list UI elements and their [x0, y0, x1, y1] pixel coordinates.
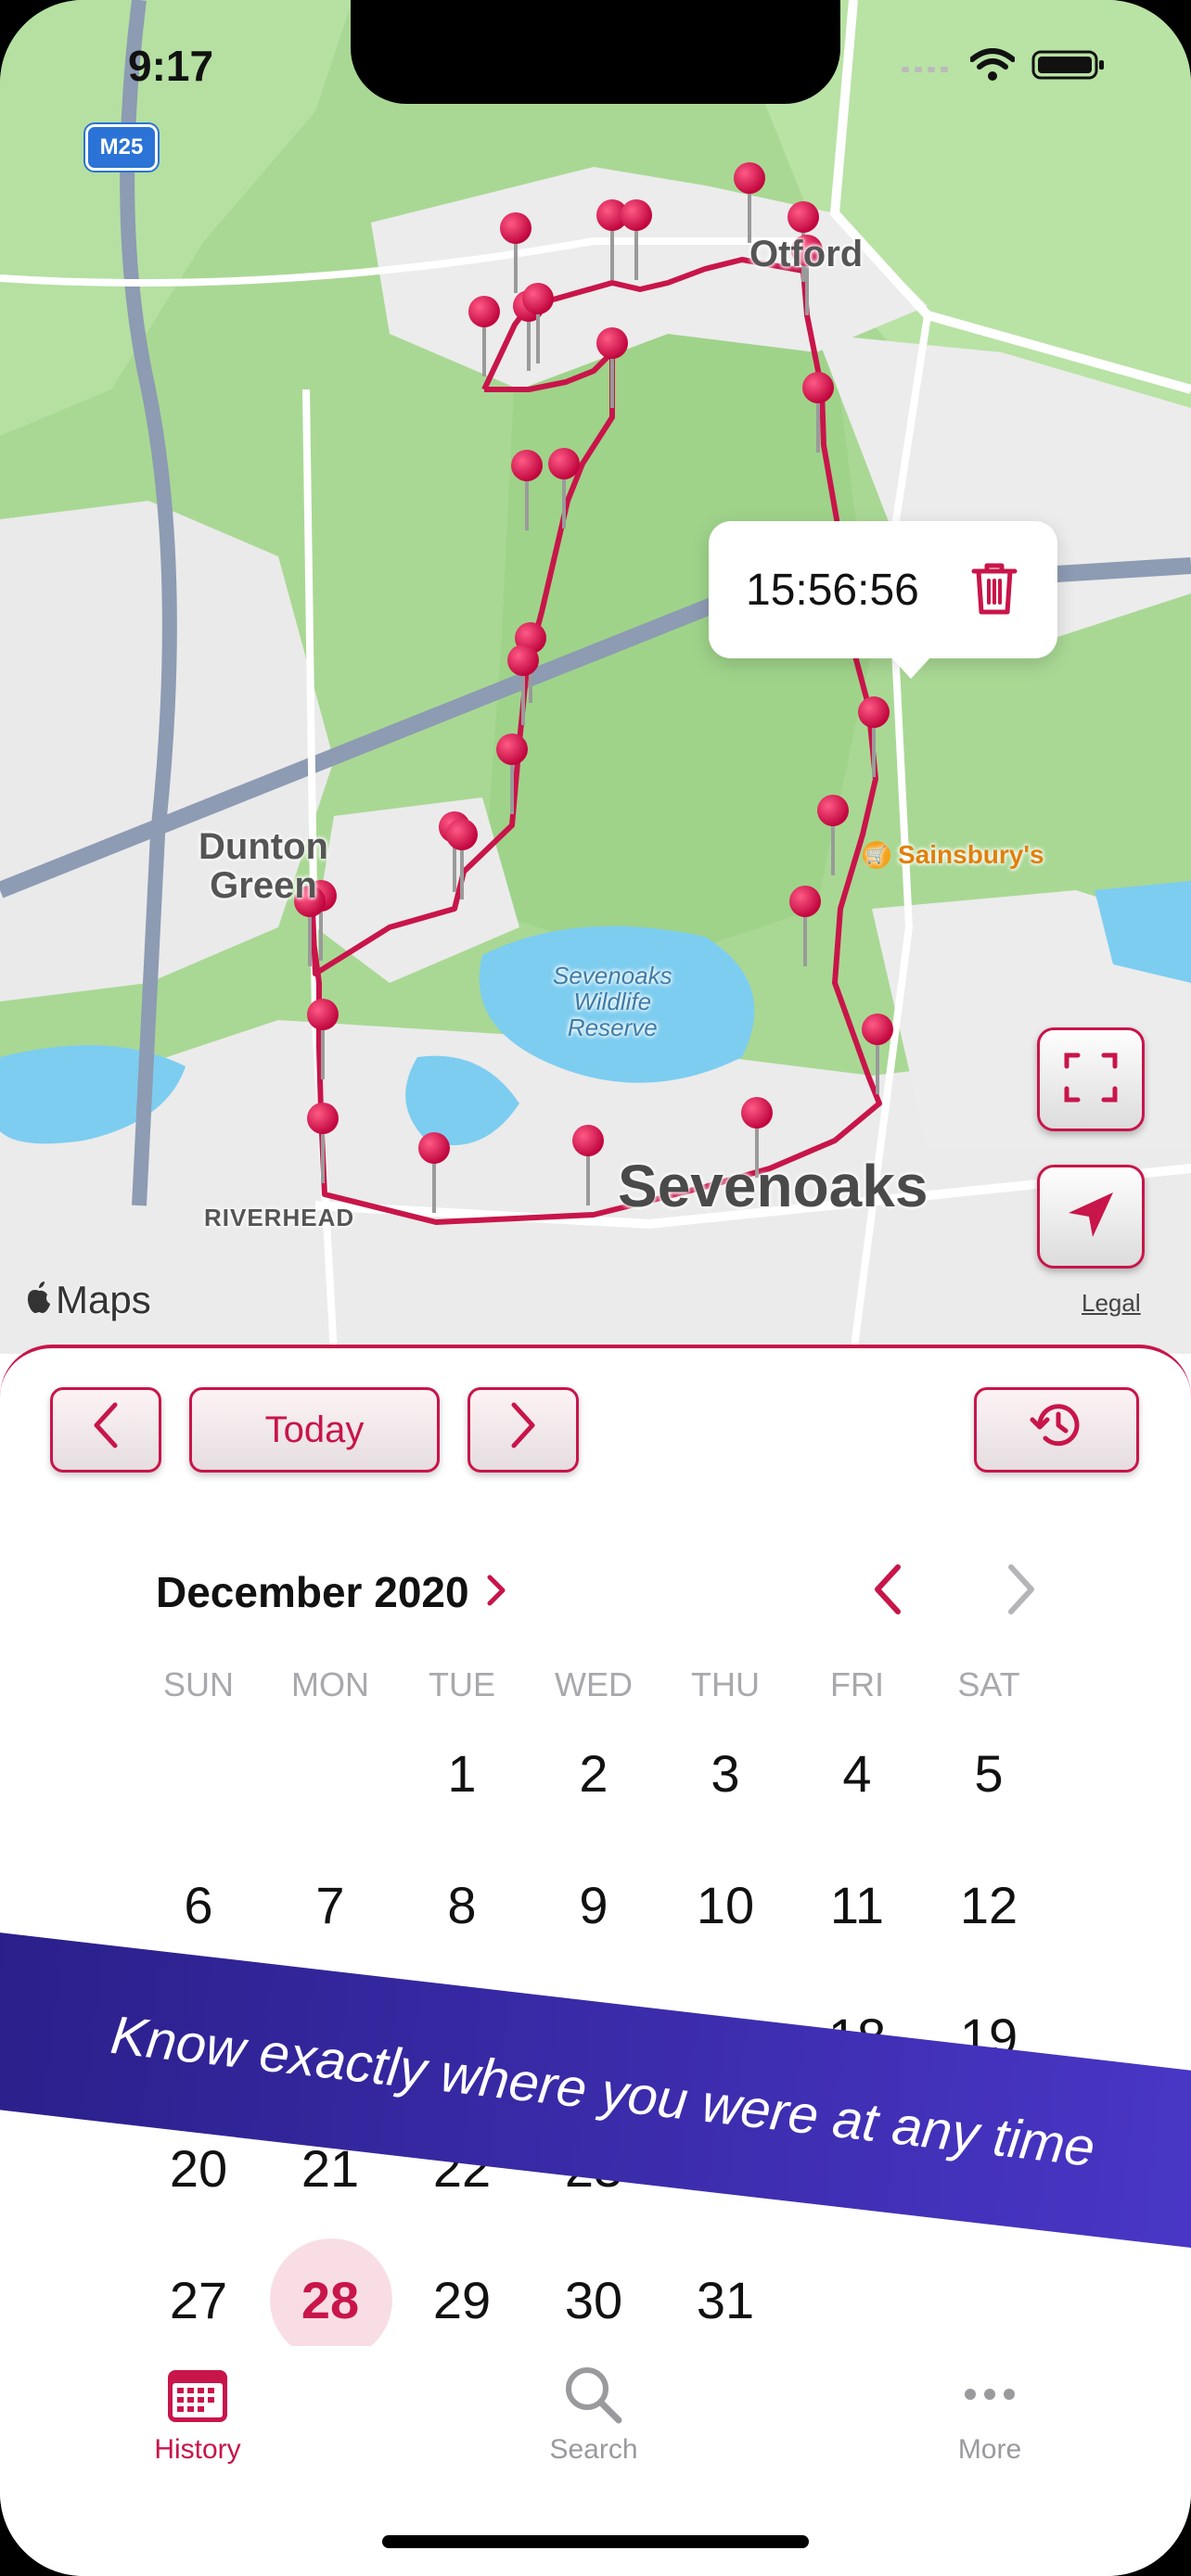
- calendar-icon: [165, 2365, 230, 2429]
- weekday-header: THU: [691, 1665, 760, 1703]
- map-label-otford: Otford: [749, 234, 864, 274]
- chevron-left-icon: [91, 1399, 121, 1460]
- apple-maps-attribution: Maps: [26, 1278, 151, 1322]
- calendar-day[interactable]: 4: [792, 1743, 922, 1804]
- location-pin: [862, 1014, 893, 1045]
- next-day-button[interactable]: [467, 1387, 579, 1473]
- tab-search[interactable]: Search: [501, 2365, 686, 2466]
- more-dots-icon: [957, 2365, 1022, 2429]
- clock-history-icon: [1029, 1399, 1084, 1460]
- weekday-header: FRI: [830, 1665, 884, 1703]
- location-pin: [572, 1125, 604, 1156]
- chevron-right-small-icon: [486, 1567, 506, 1617]
- location-pin: [500, 212, 531, 244]
- tab-history-label: History: [154, 2434, 241, 2465]
- today-button[interactable]: Today: [189, 1387, 440, 1473]
- previous-month-button[interactable]: [863, 1562, 915, 1622]
- map-view[interactable]: M25 Otford Dunton Green 🛒 Sainsbury's Se…: [0, 0, 1191, 1354]
- location-pin: [418, 1132, 450, 1164]
- weekday-header: SUN: [162, 1665, 234, 1703]
- tab-more[interactable]: More: [897, 2365, 1082, 2466]
- location-pin: [307, 999, 339, 1030]
- trash-icon[interactable]: [968, 558, 1020, 622]
- location-pin: [741, 1097, 773, 1129]
- calendar-day[interactable]: 2: [529, 1743, 659, 1804]
- next-month-button[interactable]: [994, 1562, 1046, 1622]
- calendar-day[interactable]: 1: [397, 1743, 527, 1804]
- map-label-sainsburys-text: Sainsbury's: [898, 840, 1044, 869]
- chevron-right-icon: [994, 1564, 1046, 1621]
- calendar-day[interactable]: 20: [134, 2138, 263, 2199]
- calendar-day[interactable]: 3: [660, 1743, 790, 1804]
- maps-label: Maps: [56, 1278, 151, 1321]
- map-label-sevenoaks: Sevenoaks: [618, 1153, 928, 1219]
- status-bar: 9:17: [0, 0, 1191, 130]
- status-time: 9:17: [128, 42, 214, 90]
- location-pin: [621, 199, 652, 231]
- calendar-day[interactable]: 8: [397, 1875, 527, 1935]
- fit-route-button[interactable]: [1037, 1027, 1145, 1131]
- search-icon: [561, 2365, 626, 2429]
- calendar-day-selected[interactable]: 28: [265, 2270, 395, 2330]
- location-pin: [817, 795, 849, 826]
- location-pin: [507, 644, 539, 676]
- calendar-day[interactable]: 29: [397, 2270, 527, 2330]
- tab-search-label: Search: [549, 2434, 638, 2465]
- location-pin: [496, 733, 528, 765]
- home-indicator: [382, 2535, 809, 2548]
- cellular-signal-icon: [902, 56, 954, 79]
- map-label-reserve: Sevenoaks Wildlife Reserve: [553, 962, 672, 1041]
- wifi-icon: [969, 48, 1016, 86]
- location-pin: [734, 162, 765, 194]
- callout-time: 15:56:56: [746, 565, 919, 615]
- month-label: December 2020: [156, 1568, 469, 1616]
- calendar-day[interactable]: 11: [792, 1875, 922, 1935]
- location-pin: [468, 296, 500, 327]
- calendar-day[interactable]: 27: [134, 2270, 263, 2330]
- location-pin: [307, 1103, 339, 1134]
- month-selector[interactable]: December 2020: [156, 1567, 506, 1617]
- weekday-header: MON: [291, 1665, 369, 1703]
- calendar-day[interactable]: 9: [529, 1875, 659, 1935]
- locate-me-button[interactable]: [1037, 1165, 1145, 1269]
- calendar-day[interactable]: 5: [924, 1743, 1054, 1804]
- location-pin: [789, 886, 821, 917]
- battery-icon: [1031, 48, 1106, 86]
- location-pin: [788, 201, 819, 233]
- m25-road-shield: M25: [85, 124, 158, 171]
- tab-history[interactable]: History: [105, 2365, 290, 2466]
- calendar-day[interactable]: 10: [660, 1875, 790, 1935]
- location-pins: [294, 162, 893, 1213]
- calendar-day[interactable]: 31: [660, 2270, 790, 2330]
- calendar-day[interactable]: 6: [134, 1875, 263, 1935]
- calendar-day[interactable]: 12: [924, 1875, 1054, 1935]
- location-pin: [858, 696, 890, 728]
- chevron-left-icon: [863, 1564, 915, 1621]
- previous-day-button[interactable]: [50, 1387, 161, 1473]
- calendar-day[interactable]: 30: [529, 2270, 659, 2330]
- phone-screen: M25 Otford Dunton Green 🛒 Sainsbury's Se…: [0, 0, 1191, 2576]
- location-arrow-icon: [1063, 1187, 1119, 1247]
- legal-link[interactable]: Legal: [1082, 1289, 1141, 1318]
- map-label-sainsburys: 🛒 Sainsbury's: [863, 840, 1044, 870]
- calendar-day[interactable]: 7: [265, 1875, 395, 1935]
- location-pin: [596, 327, 628, 359]
- chevron-right-icon: [508, 1399, 538, 1460]
- expand-frame-icon: [1063, 1050, 1119, 1110]
- tab-more-label: More: [957, 2434, 1022, 2465]
- weekday-header: WED: [555, 1665, 633, 1703]
- pin-callout[interactable]: 15:56:56: [709, 521, 1057, 679]
- apple-logo-icon: [26, 1278, 52, 1322]
- location-pin: [802, 372, 834, 403]
- location-pin: [522, 283, 554, 314]
- map-label-riverhead: RIVERHEAD: [204, 1204, 355, 1231]
- location-pin: [511, 450, 543, 481]
- history-button[interactable]: [974, 1387, 1139, 1473]
- shopping-cart-icon: 🛒: [863, 841, 890, 869]
- weekday-header: TUE: [429, 1665, 495, 1703]
- map-label-dunton-green: Dunton Green: [198, 826, 328, 906]
- location-pin: [446, 819, 478, 850]
- location-pin: [548, 448, 580, 479]
- weekday-header: SAT: [957, 1665, 1020, 1703]
